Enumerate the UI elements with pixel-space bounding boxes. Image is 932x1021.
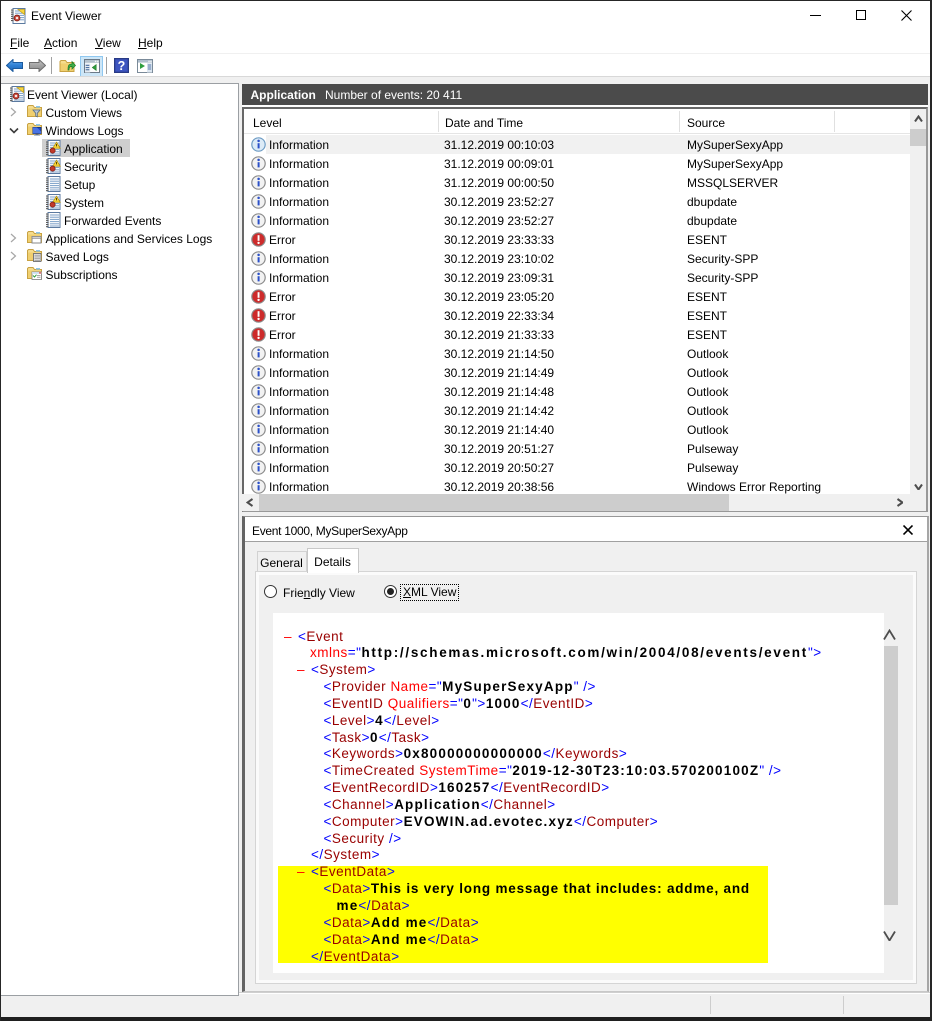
svg-text:?: ?: [118, 59, 126, 73]
